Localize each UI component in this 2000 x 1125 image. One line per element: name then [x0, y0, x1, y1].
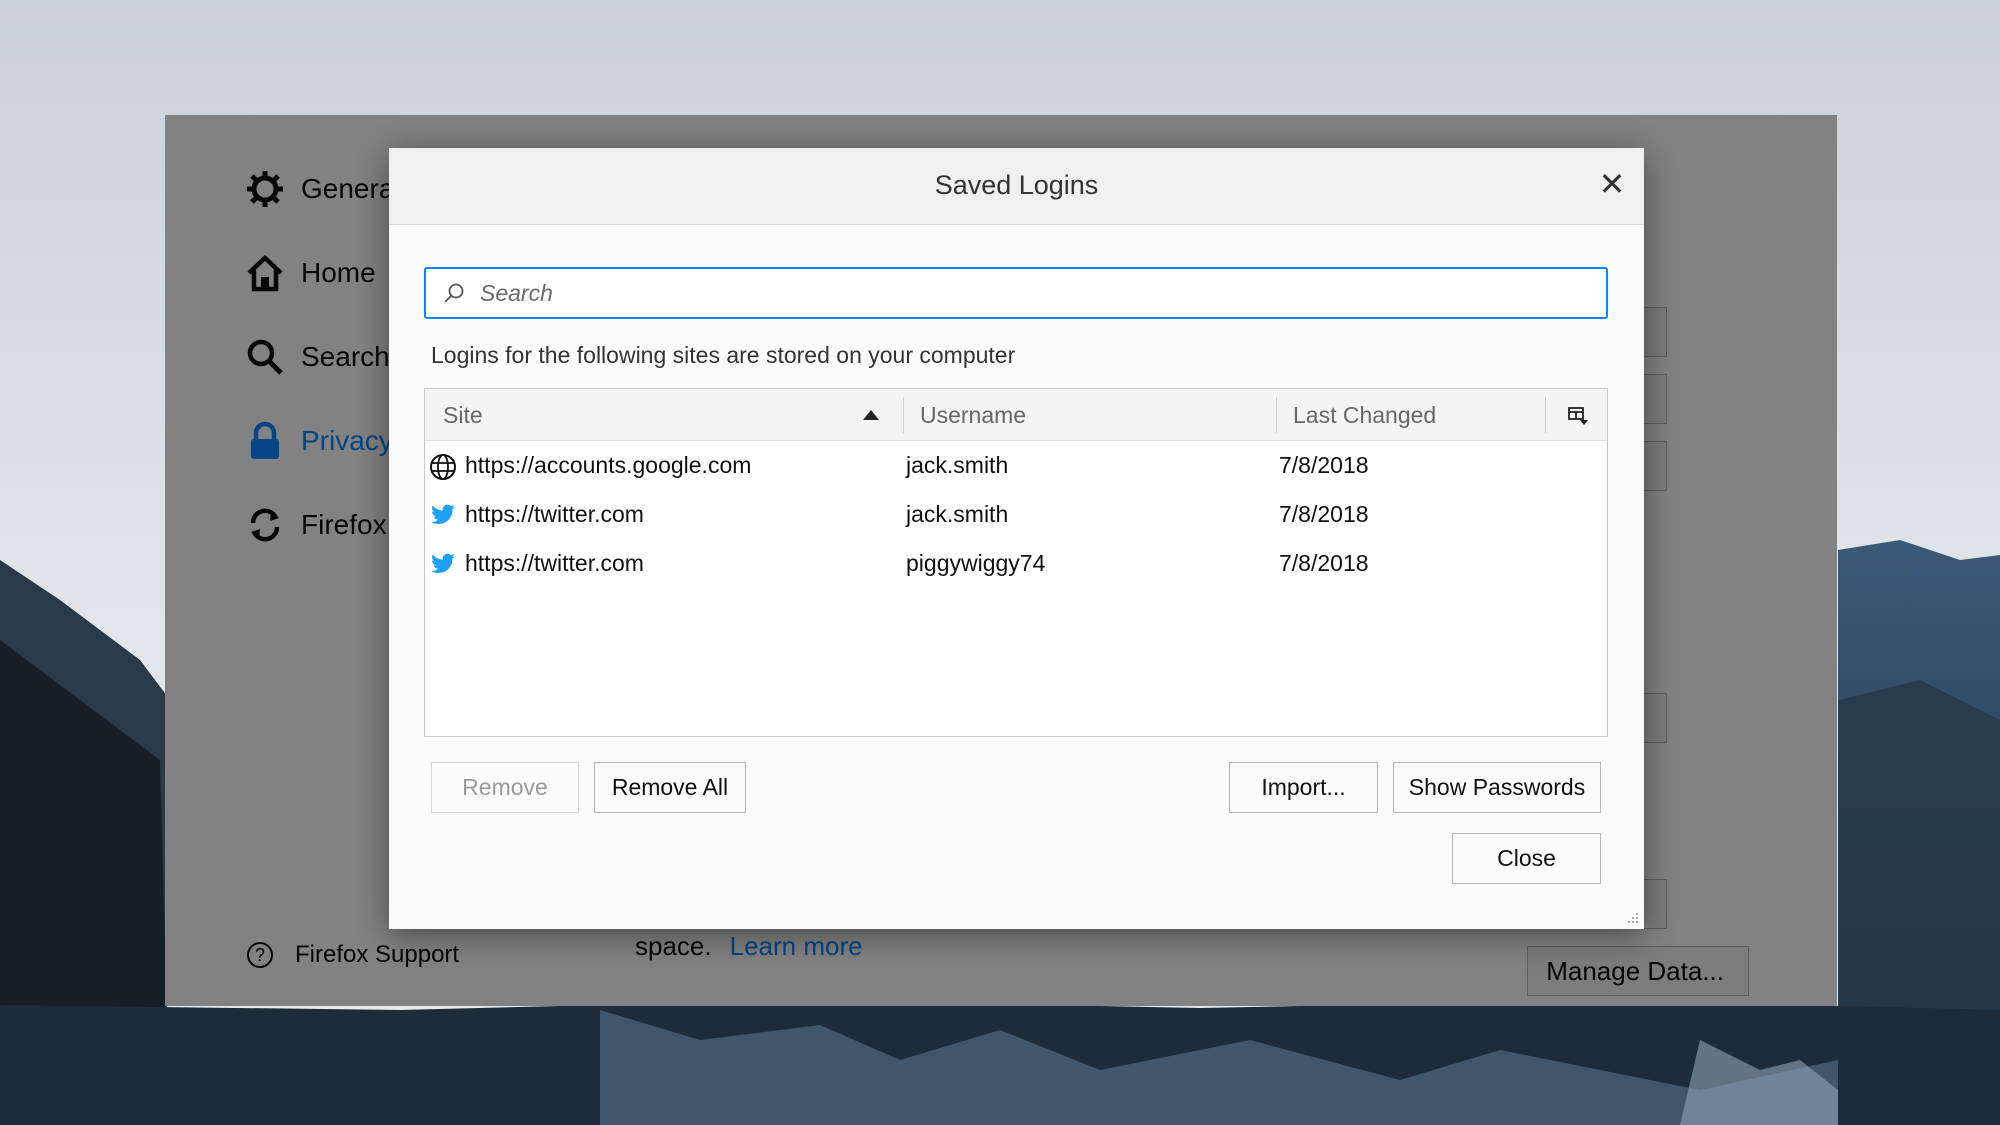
resize-grip-icon[interactable]: [1626, 911, 1640, 925]
site-cell: https://accounts.google.com: [465, 452, 752, 478]
remove-all-button[interactable]: Remove All: [594, 762, 746, 813]
table-header: Site Username Last Changed: [425, 389, 1607, 441]
column-header-username[interactable]: Username: [920, 389, 1280, 441]
last-changed-cell: 7/8/2018: [1279, 550, 1369, 576]
saved-logins-dialog: Saved Logins ✕ Logins for the following …: [389, 148, 1644, 929]
last-changed-cell: 7/8/2018: [1279, 501, 1369, 527]
site-cell: https://twitter.com: [465, 550, 644, 576]
table-row[interactable]: https://accounts.google.com jack.smith 7…: [425, 441, 1607, 490]
twitter-icon: [429, 551, 457, 577]
logins-description: Logins for the following sites are store…: [431, 342, 1016, 368]
import-button[interactable]: Import...: [1229, 762, 1378, 813]
username-cell: jack.smith: [906, 501, 1009, 527]
search-icon: [442, 281, 472, 305]
twitter-icon: [429, 502, 457, 528]
table-row[interactable]: https://twitter.com piggywiggy74 7/8/201…: [425, 539, 1607, 588]
username-cell: piggywiggy74: [906, 550, 1046, 576]
last-changed-cell: 7/8/2018: [1279, 452, 1369, 478]
search-input[interactable]: [478, 272, 1606, 314]
dialog-title: Saved Logins: [934, 170, 1099, 200]
sort-ascending-icon: [863, 410, 879, 420]
logins-table: Site Username Last Changed https://accou…: [424, 388, 1608, 737]
globe-icon: [429, 453, 457, 480]
table-row[interactable]: https://twitter.com jack.smith 7/8/2018: [425, 490, 1607, 539]
search-field: [424, 267, 1608, 319]
column-header-last-changed[interactable]: Last Changed: [1293, 389, 1543, 441]
username-cell: jack.smith: [906, 452, 1009, 478]
close-icon[interactable]: ✕: [1594, 166, 1630, 202]
column-header-site[interactable]: Site: [443, 389, 883, 441]
column-picker-icon[interactable]: [1567, 405, 1589, 425]
dialog-titlebar: Saved Logins ✕: [389, 148, 1644, 225]
close-button[interactable]: Close: [1452, 833, 1601, 884]
remove-button[interactable]: Remove: [431, 762, 579, 813]
show-passwords-button[interactable]: Show Passwords: [1393, 762, 1601, 813]
site-cell: https://twitter.com: [465, 501, 644, 527]
